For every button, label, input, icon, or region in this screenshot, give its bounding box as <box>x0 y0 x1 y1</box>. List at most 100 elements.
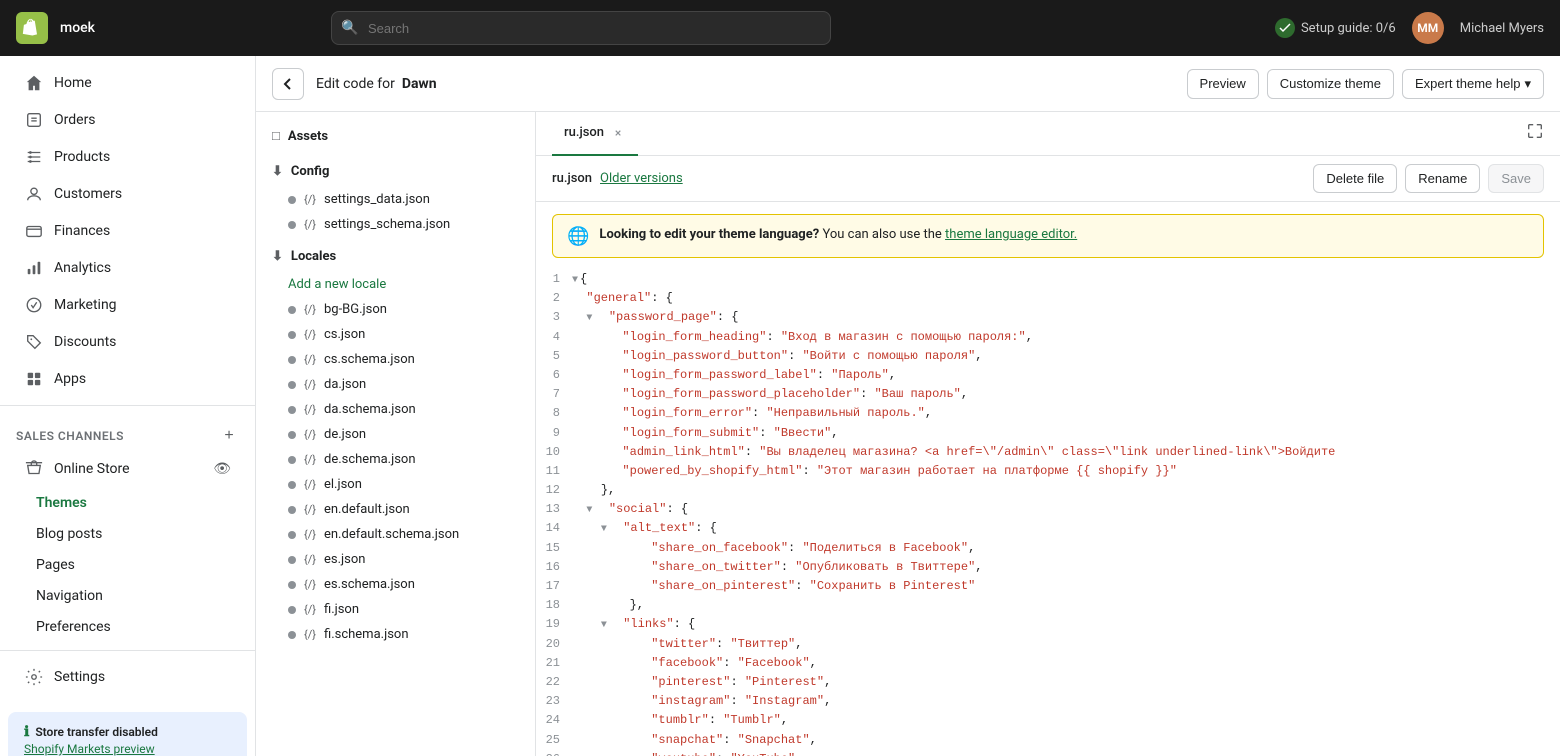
add-sales-channel-button[interactable]: + <box>219 426 239 446</box>
home-icon <box>24 73 44 93</box>
code-line-22: 22 "pinterest": "Pinterest", <box>536 673 1560 692</box>
sidebar-item-discounts[interactable]: Discounts <box>8 324 247 360</box>
file-settings-schema[interactable]: {/} settings_schema.json <box>256 212 535 237</box>
code-line-13: 13 ▼ "social": { <box>536 500 1560 519</box>
sidebar-sub-item-blog-posts[interactable]: Blog posts <box>8 519 247 549</box>
sidebar-sub-item-navigation[interactable]: Navigation <box>8 581 247 611</box>
file-tree-assets: □ Assets <box>256 120 535 152</box>
file-dot-icon <box>288 431 296 439</box>
locales-folder[interactable]: ⬇ Locales <box>256 241 535 272</box>
file-en-default-schema[interactable]: {/} en.default.schema.json <box>256 522 535 547</box>
close-tab-icon[interactable]: × <box>610 125 626 141</box>
json-icon: {/} <box>304 428 316 441</box>
file-da-schema[interactable]: {/} da.schema.json <box>256 397 535 422</box>
shopify-logo <box>16 12 48 44</box>
setup-guide[interactable]: Setup guide: 0/6 <box>1275 18 1396 38</box>
expand-button[interactable] <box>1526 122 1544 145</box>
file-tree-config: ⬇ Config {/} settings_data.json {/} sett… <box>256 156 535 237</box>
file-es-schema[interactable]: {/} es.schema.json <box>256 572 535 597</box>
sidebar-item-products[interactable]: Products <box>8 139 247 175</box>
search-bar[interactable]: 🔍 <box>331 11 831 45</box>
code-line-3: 3 ▼ "password_page": { <box>536 308 1560 327</box>
customers-icon <box>24 184 44 204</box>
customize-theme-button[interactable]: Customize theme <box>1267 69 1394 99</box>
assets-folder[interactable]: □ Assets <box>256 120 535 152</box>
orders-icon <box>24 110 44 130</box>
back-button[interactable] <box>272 68 304 100</box>
code-line-23: 23 "instagram": "Instagram", <box>536 692 1560 711</box>
finances-icon <box>24 221 44 241</box>
sidebar-item-customers[interactable]: Customers <box>8 176 247 212</box>
sidebar-item-analytics[interactable]: Analytics <box>8 250 247 286</box>
json-icon: {/} <box>304 503 316 516</box>
sidebar-item-settings[interactable]: Settings <box>8 659 247 695</box>
file-dot-icon <box>288 221 296 229</box>
user-name[interactable]: Michael Myers <box>1460 21 1544 36</box>
online-store-eye-icon: 👁 <box>213 461 231 477</box>
file-dot-icon <box>288 406 296 414</box>
add-locale-link[interactable]: Add a new locale <box>256 272 535 297</box>
json-icon: {/} <box>304 453 316 466</box>
preview-button[interactable]: Preview <box>1187 69 1259 99</box>
theme-language-editor-link[interactable]: theme language editor. <box>945 227 1077 242</box>
sidebar-nav: Home Orders Products Customers <box>0 56 255 704</box>
code-line-18: 18 }, <box>536 596 1560 615</box>
search-input[interactable] <box>331 11 831 45</box>
file-dot-icon <box>288 306 296 314</box>
sidebar-sub-item-pages[interactable]: Pages <box>8 550 247 580</box>
file-en-default[interactable]: {/} en.default.json <box>256 497 535 522</box>
search-icon: 🔍 <box>341 20 358 36</box>
older-versions-link[interactable]: Older versions <box>600 171 683 186</box>
json-icon: {/} <box>304 628 316 641</box>
sales-channels-header: Sales channels + <box>0 414 255 450</box>
json-icon: {/} <box>304 218 316 231</box>
sidebar: Home Orders Products Customers <box>0 56 256 756</box>
rename-button[interactable]: Rename <box>1405 164 1480 193</box>
json-icon: {/} <box>304 303 316 316</box>
file-da[interactable]: {/} da.json <box>256 372 535 397</box>
file-dot-icon <box>288 356 296 364</box>
discounts-icon <box>24 332 44 352</box>
delete-file-button[interactable]: Delete file <box>1313 164 1397 193</box>
file-fi-schema[interactable]: {/} fi.schema.json <box>256 622 535 647</box>
file-settings-data[interactable]: {/} settings_data.json <box>256 187 535 212</box>
file-el[interactable]: {/} el.json <box>256 472 535 497</box>
sidebar-item-finances[interactable]: Finances <box>8 213 247 249</box>
code-line-11: 11 "powered_by_shopify_html": "Этот мага… <box>536 462 1560 481</box>
code-line-15: 15 "share_on_facebook": "Поделиться в Fa… <box>536 539 1560 558</box>
store-name[interactable]: moek <box>60 20 95 36</box>
code-content[interactable]: 1 ▼{ 2 "general": { 3 ▼ "password_page":… <box>536 270 1560 756</box>
info-banner-text: Looking to edit your theme language? You… <box>599 225 1077 245</box>
sidebar-item-orders[interactable]: Orders <box>8 102 247 138</box>
sidebar-sub-item-preferences[interactable]: Preferences <box>8 612 247 642</box>
file-bg-BG[interactable]: {/} bg-BG.json <box>256 297 535 322</box>
save-button[interactable]: Save <box>1488 164 1544 193</box>
analytics-icon <box>24 258 44 278</box>
expert-help-button[interactable]: Expert theme help ▾ <box>1402 69 1544 99</box>
config-folder[interactable]: ⬇ Config <box>256 156 535 187</box>
sidebar-item-online-store[interactable]: Online Store 👁 <box>8 451 247 487</box>
setup-guide-icon <box>1275 18 1295 38</box>
shopify-markets-link[interactable]: Shopify Markets preview <box>24 742 155 756</box>
file-cs[interactable]: {/} cs.json <box>256 322 535 347</box>
sidebar-item-home[interactable]: Home <box>8 65 247 101</box>
file-cs-schema[interactable]: {/} cs.schema.json <box>256 347 535 372</box>
code-line-26: 26 "youtube": "YouTube", <box>536 750 1560 756</box>
code-tab-ru-json[interactable]: ru.json × <box>552 112 638 156</box>
avatar[interactable]: MM <box>1412 12 1444 44</box>
topbar-right: Setup guide: 0/6 MM Michael Myers <box>1275 12 1544 44</box>
sidebar-item-marketing[interactable]: Marketing <box>8 287 247 323</box>
sales-channels-label: Sales channels <box>16 429 124 443</box>
sidebar-item-apps[interactable]: Apps <box>8 361 247 397</box>
sidebar-sub-item-themes[interactable]: Themes <box>8 488 247 518</box>
file-fi[interactable]: {/} fi.json <box>256 597 535 622</box>
info-icon: ℹ <box>24 724 29 740</box>
file-de-schema[interactable]: {/} de.schema.json <box>256 447 535 472</box>
sidebar-divider <box>0 405 255 406</box>
apps-icon <box>24 369 44 389</box>
file-de[interactable]: {/} de.json <box>256 422 535 447</box>
file-es[interactable]: {/} es.json <box>256 547 535 572</box>
file-dot-icon <box>288 531 296 539</box>
file-action-buttons: Delete file Rename Save <box>1313 164 1544 193</box>
editor-title: Edit code for Dawn <box>316 76 437 92</box>
